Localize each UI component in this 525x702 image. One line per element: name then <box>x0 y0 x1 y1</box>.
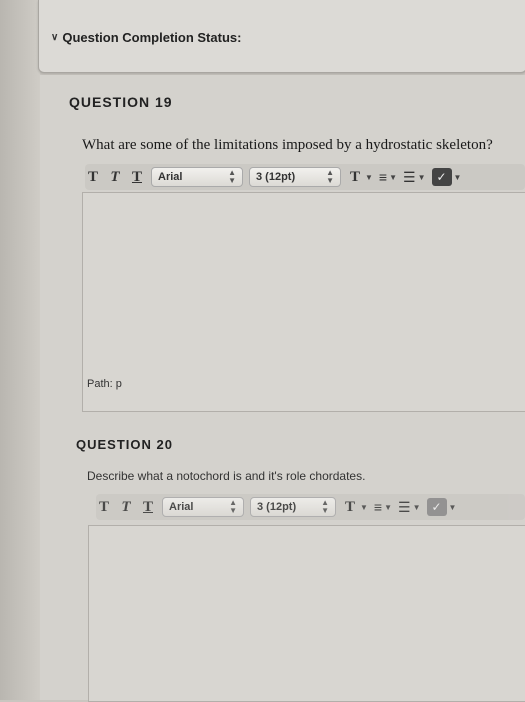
completion-status-toggle[interactable]: ∨ Question Completion Status: <box>51 30 241 45</box>
font-family-value: Arial <box>158 171 183 183</box>
align-icon: ≡ <box>373 499 383 515</box>
select-arrows-icon: ▲ ▼ <box>229 498 237 515</box>
chevron-down-icon: ∨ <box>51 32 59 43</box>
question-20-answer-editor[interactable] <box>88 525 525 702</box>
path-value: p <box>115 378 122 390</box>
question-20-title: QUESTION 20 <box>76 437 173 452</box>
dropdown-arrow-icon: ▼ <box>453 172 462 182</box>
dropdown-arrow-icon: ▼ <box>389 172 398 182</box>
completion-status-panel: ∨ Question Completion Status: <box>38 0 525 73</box>
spellcheck-icon: ✓ <box>431 168 452 186</box>
italic-button[interactable]: T <box>118 499 134 516</box>
editor-path: Path: p <box>87 378 122 390</box>
font-family-select[interactable]: Arial ▲ ▼ <box>151 167 243 187</box>
font-family-value: Arial <box>169 501 194 513</box>
text-color-label: T <box>349 168 360 185</box>
italic-button[interactable]: T <box>107 169 123 186</box>
dropdown-arrow-icon: ▼ <box>365 172 373 182</box>
bold-button[interactable]: T <box>96 499 112 516</box>
question-content: QUESTION 19 What are some of the limitat… <box>40 75 525 702</box>
bold-button[interactable]: T <box>85 169 101 186</box>
question-20-toolbar: T T T Arial ▲ ▼ 3 (12pt) ▲ ▼ T ▼ ≡ ▼ ☰ ▼ ✓… <box>96 494 525 520</box>
align-icon: ≡ <box>378 169 388 185</box>
font-family-select[interactable]: Arial ▲ ▼ <box>162 497 244 517</box>
dropdown-arrow-icon: ▼ <box>360 502 368 512</box>
path-label: Path: <box>87 378 113 390</box>
font-size-select[interactable]: 3 (12pt) ▲ ▼ <box>249 167 341 187</box>
list-icon: ☰ <box>403 168 416 185</box>
question-19-title: QUESTION 19 <box>69 94 173 110</box>
completion-status-label: Question Completion Status: <box>62 30 242 45</box>
spellcheck-button[interactable]: ✓ ▼ <box>431 168 462 186</box>
text-color-button[interactable]: T ▼ <box>347 169 373 186</box>
underline-button[interactable]: T <box>140 499 156 516</box>
dropdown-arrow-icon: ▼ <box>412 502 421 512</box>
select-arrows-icon: ▲ ▼ <box>228 168 236 185</box>
spellcheck-button[interactable]: ✓ ▼ <box>426 498 457 516</box>
left-rail <box>0 0 40 700</box>
question-19-prompt: What are some of the limitations imposed… <box>82 137 493 153</box>
font-size-value: 3 (12pt) <box>257 501 297 513</box>
dropdown-arrow-icon: ▼ <box>417 172 426 182</box>
list-icon: ☰ <box>398 498 411 515</box>
align-button[interactable]: ≡ ▼ <box>379 169 397 185</box>
dropdown-arrow-icon: ▼ <box>448 502 457 512</box>
text-color-button[interactable]: T ▼ <box>342 499 368 516</box>
align-button[interactable]: ≡ ▼ <box>374 499 392 515</box>
select-arrows-icon: ▲ ▼ <box>321 498 329 515</box>
font-size-select[interactable]: 3 (12pt) ▲ ▼ <box>250 497 336 517</box>
list-button[interactable]: ☰ ▼ <box>403 169 425 186</box>
question-19-answer-editor[interactable] <box>82 192 525 412</box>
select-arrows-icon: ▲ ▼ <box>326 168 334 185</box>
question-19-toolbar: T T T Arial ▲ ▼ 3 (12pt) ▲ ▼ T ▼ ≡ ▼ ☰ ▼ ✓… <box>85 164 525 190</box>
spellcheck-icon: ✓ <box>426 498 447 516</box>
underline-button[interactable]: T <box>129 169 145 186</box>
list-button[interactable]: ☰ ▼ <box>398 499 420 516</box>
dropdown-arrow-icon: ▼ <box>384 502 393 512</box>
font-size-value: 3 (12pt) <box>256 171 296 183</box>
text-color-label: T <box>344 498 355 515</box>
question-20-prompt: Describe what a notochord is and it's ro… <box>87 469 366 483</box>
